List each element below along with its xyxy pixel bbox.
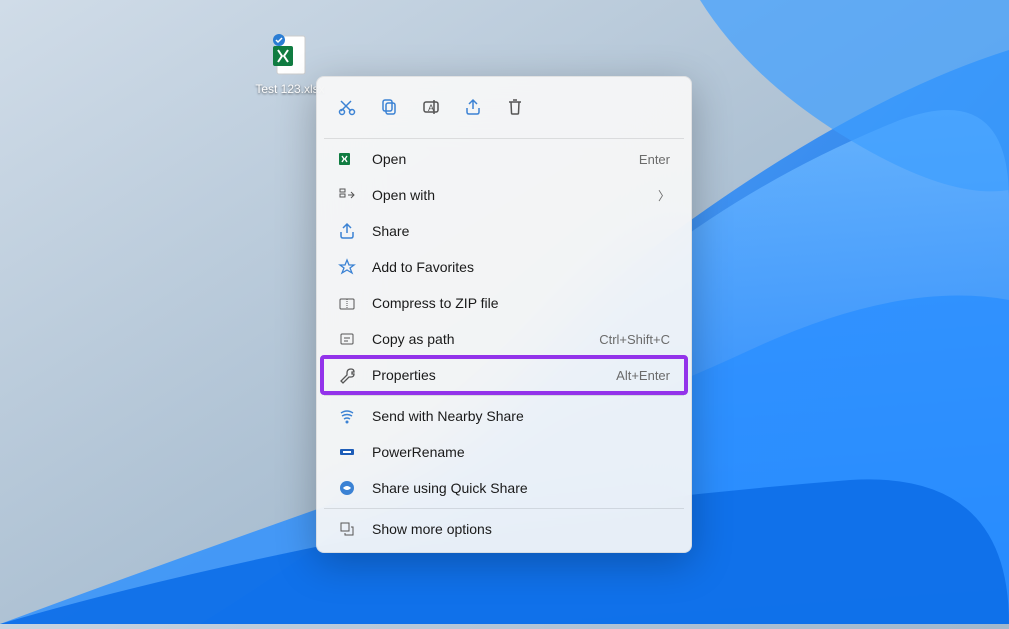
menu-item-label: Compress to ZIP file <box>372 295 670 311</box>
share-action-button[interactable] <box>454 88 492 126</box>
menu-item-copy-path[interactable]: Copy as path Ctrl+Shift+C <box>322 321 686 357</box>
desktop-file-icon[interactable]: Test 123.xlsx <box>255 32 325 96</box>
menu-item-label: Open <box>372 151 639 167</box>
rename-button[interactable]: A <box>412 88 450 126</box>
share-arrow-icon <box>338 222 356 240</box>
excel-icon <box>338 150 356 168</box>
wrench-icon <box>338 366 356 384</box>
menu-item-properties[interactable]: Properties Alt+Enter <box>322 357 686 393</box>
menu-item-open-with[interactable]: Open with 〉 <box>322 177 686 213</box>
context-menu: A Open Enter Open with 〉 Share Add to Fa… <box>316 76 692 553</box>
rename-icon: A <box>421 97 441 117</box>
open-with-icon <box>338 186 356 204</box>
delete-button[interactable] <box>496 88 534 126</box>
menu-item-more-options[interactable]: Show more options <box>322 511 686 547</box>
star-icon <box>338 258 356 276</box>
menu-divider <box>324 138 684 139</box>
chevron-right-icon: 〉 <box>658 187 670 204</box>
menu-item-label: PowerRename <box>372 444 670 460</box>
svg-text:A: A <box>428 103 434 113</box>
menu-item-label: Properties <box>372 367 616 383</box>
menu-divider <box>324 395 684 396</box>
menu-item-share[interactable]: Share <box>322 213 686 249</box>
more-options-icon <box>338 520 356 538</box>
zip-icon <box>338 294 356 312</box>
scissors-icon <box>337 97 357 117</box>
menu-shortcut: Alt+Enter <box>616 368 670 383</box>
copy-path-icon <box>338 330 356 348</box>
menu-item-favorites[interactable]: Add to Favorites <box>322 249 686 285</box>
menu-item-label: Copy as path <box>372 331 599 347</box>
menu-item-quick-share[interactable]: Share using Quick Share <box>322 470 686 506</box>
desktop-file-label: Test 123.xlsx <box>255 82 324 96</box>
share-icon <box>463 97 483 117</box>
power-rename-icon <box>338 443 356 461</box>
nearby-share-icon <box>338 407 356 425</box>
menu-shortcut: Ctrl+Shift+C <box>599 332 670 347</box>
menu-divider <box>324 508 684 509</box>
copy-icon <box>379 97 399 117</box>
menu-item-label: Share using Quick Share <box>372 480 670 496</box>
menu-item-nearby-share[interactable]: Send with Nearby Share <box>322 398 686 434</box>
menu-item-label: Open with <box>372 187 658 203</box>
menu-item-label: Show more options <box>372 521 670 537</box>
menu-item-label: Add to Favorites <box>372 259 670 275</box>
menu-item-label: Share <box>372 223 670 239</box>
copy-button[interactable] <box>370 88 408 126</box>
menu-item-label: Send with Nearby Share <box>372 408 670 424</box>
menu-item-compress[interactable]: Compress to ZIP file <box>322 285 686 321</box>
menu-shortcut: Enter <box>639 152 670 167</box>
cut-button[interactable] <box>328 88 366 126</box>
menu-item-power-rename[interactable]: PowerRename <box>322 434 686 470</box>
trash-icon <box>505 97 525 117</box>
quick-share-icon <box>338 479 356 497</box>
excel-file-icon <box>267 32 313 78</box>
context-menu-action-row: A <box>322 82 686 136</box>
menu-item-open[interactable]: Open Enter <box>322 141 686 177</box>
